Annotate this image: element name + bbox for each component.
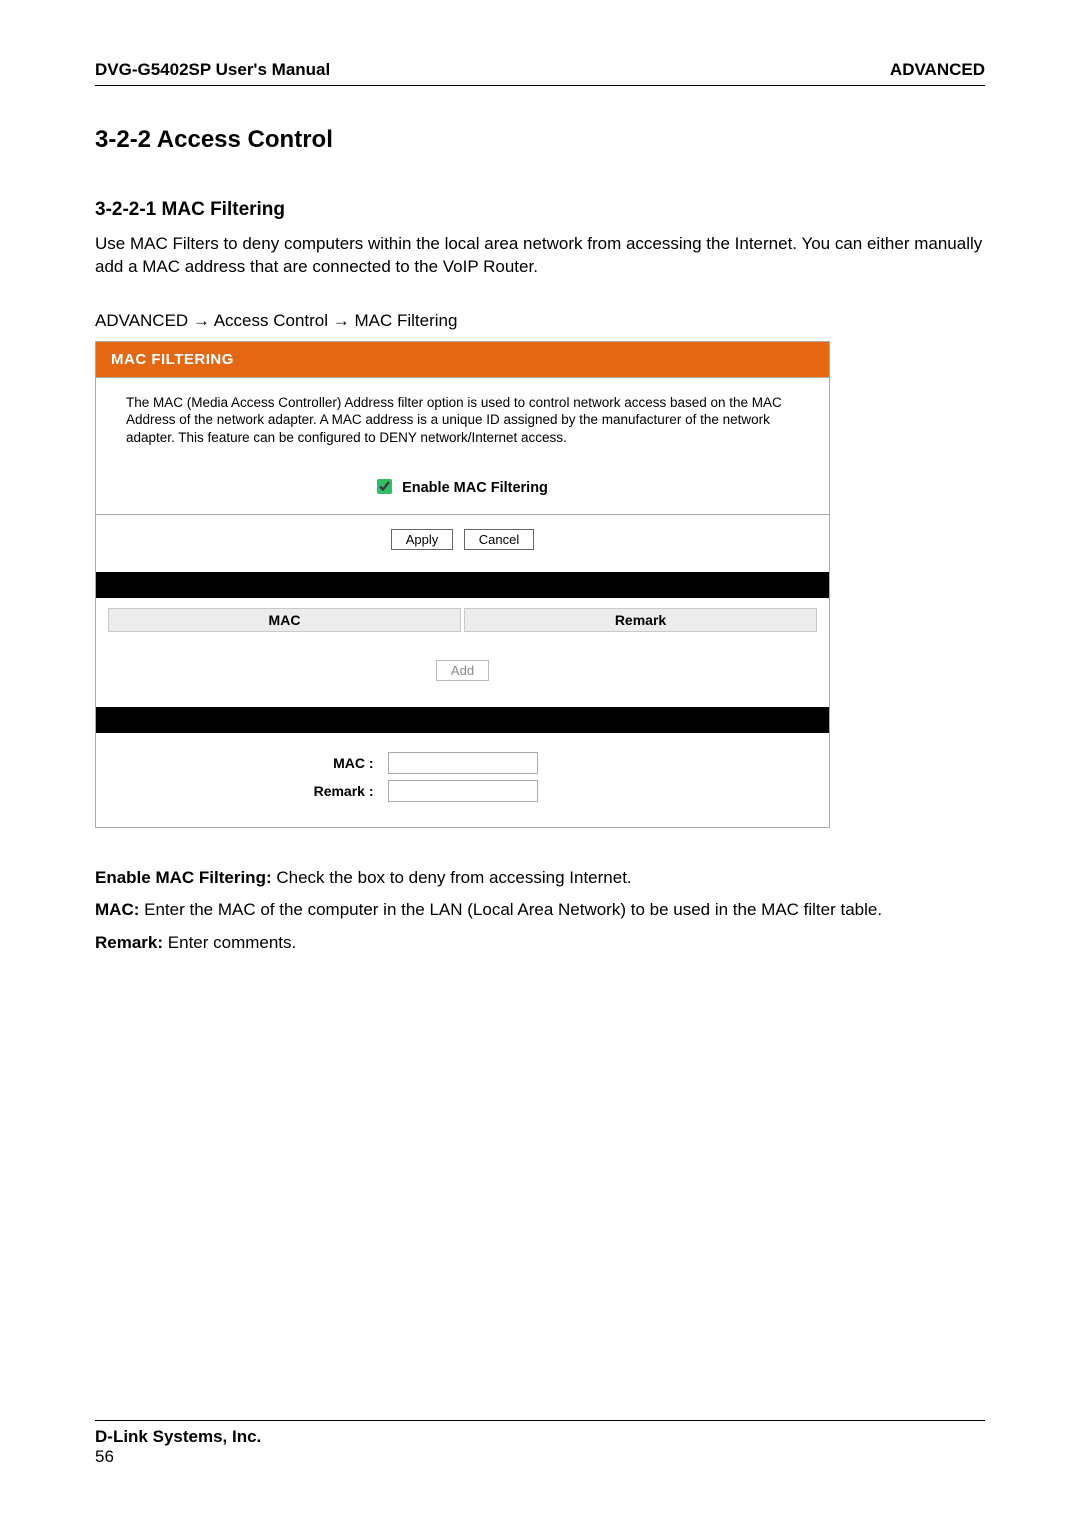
footer-page-number: 56: [95, 1447, 985, 1467]
apply-button[interactable]: Apply: [391, 529, 454, 550]
header-divider: [95, 85, 985, 86]
definitions-block: Enable MAC Filtering: Check the box to d…: [95, 866, 985, 956]
enable-mac-filtering-label[interactable]: Enable MAC Filtering: [377, 480, 548, 496]
def-mac-text: Enter the MAC of the computer in the LAN…: [139, 900, 882, 919]
panel-description: The MAC (Media Access Controller) Addres…: [96, 378, 829, 467]
column-header-mac: MAC: [108, 608, 461, 632]
section-header-right: ADVANCED: [890, 60, 985, 80]
apply-cancel-row: Apply Cancel: [96, 514, 829, 572]
panel-blackbar-2: [96, 707, 829, 733]
section-heading: 3-2-2 Access Control: [95, 126, 985, 154]
def-mac-term: MAC:: [95, 900, 139, 919]
remark-field[interactable]: [388, 780, 538, 802]
breadcrumb: ADVANCED → Access Control → MAC Filterin…: [95, 311, 985, 331]
def-enable-term: Enable MAC Filtering:: [95, 868, 272, 887]
panel-blackbar-1: [96, 572, 829, 598]
remark-field-label: Remark :: [98, 783, 388, 799]
panel-title: MAC FILTERING: [96, 342, 829, 378]
manual-title-header: DVG-G5402SP User's Manual: [95, 60, 330, 80]
enable-mac-filtering-text: Enable MAC Filtering: [402, 480, 548, 496]
mac-form: MAC : Remark :: [96, 733, 829, 827]
subsection-heading: 3-2-2-1 MAC Filtering: [95, 199, 985, 221]
intro-paragraph: Use MAC Filters to deny computers within…: [95, 233, 985, 279]
footer-company: D-Link Systems, Inc.: [95, 1427, 985, 1447]
column-header-remark: Remark: [464, 608, 817, 632]
def-remark-term: Remark:: [95, 933, 163, 952]
def-enable-text: Check the box to deny from accessing Int…: [272, 868, 632, 887]
mac-field[interactable]: [388, 752, 538, 774]
def-remark-text: Enter comments.: [163, 933, 296, 952]
footer-divider: [95, 1420, 985, 1421]
enable-mac-filtering-checkbox[interactable]: [377, 479, 392, 494]
mac-filtering-panel: MAC FILTERING The MAC (Media Access Cont…: [95, 341, 830, 828]
add-button[interactable]: Add: [436, 660, 489, 681]
page-footer: D-Link Systems, Inc. 56: [95, 1420, 985, 1467]
mac-field-label: MAC :: [98, 755, 388, 771]
add-row: Add: [96, 642, 829, 707]
cancel-button[interactable]: Cancel: [464, 529, 534, 550]
table-header-row: MAC Remark: [96, 598, 829, 642]
